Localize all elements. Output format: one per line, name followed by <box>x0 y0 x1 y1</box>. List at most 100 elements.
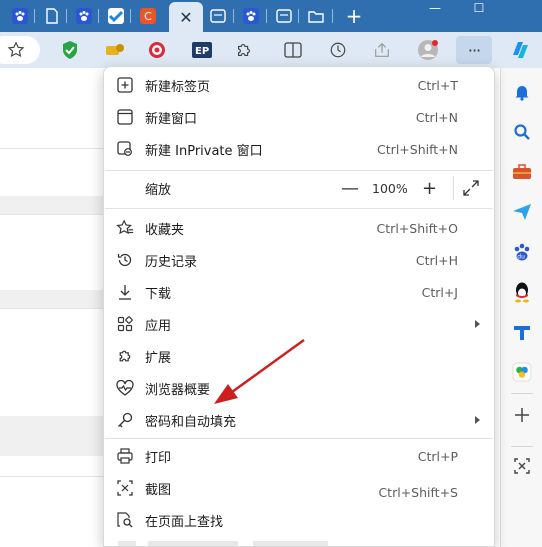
menu-label: 浏览器概要 <box>145 382 211 398</box>
menu-item-find-on-page[interactable]: 在页面上查找 <box>104 504 494 536</box>
menu-item-browser-essentials[interactable]: 浏览器概要 <box>104 372 494 404</box>
key-extension-icon[interactable] <box>103 38 127 62</box>
menu-item-extensions[interactable]: 扩展 <box>104 340 494 372</box>
find-page-icon <box>116 511 134 529</box>
qq-penguin-icon[interactable] <box>510 280 534 304</box>
menu-item-downloads[interactable]: 下载 Ctrl+J <box>104 276 494 308</box>
zoom-out-button[interactable]: — <box>341 178 359 199</box>
tab-check-app[interactable] <box>104 3 128 29</box>
tab-folder[interactable] <box>304 3 328 29</box>
apps-grid-icon <box>116 315 134 333</box>
screenshot-icon <box>116 479 134 497</box>
menu-shortcut: Ctrl+P <box>417 448 458 464</box>
menu-label: 密码和自动填充 <box>145 414 237 430</box>
heart-pulse-icon <box>116 379 134 397</box>
menu-shortcut: Ctrl+N <box>415 109 458 125</box>
settings-menu: 新建标签页 Ctrl+T 新建窗口 Ctrl+N 新建 InPrivate 窗口… <box>103 66 495 547</box>
history-clock-icon <box>116 251 134 269</box>
favorite-star-icon[interactable] <box>4 38 28 62</box>
menu-item-favorites[interactable]: 收藏夹 Ctrl+Shift+O <box>104 212 494 244</box>
zoom-level: 100% <box>372 180 408 196</box>
check-app-icon <box>108 8 124 24</box>
new-tab-icon <box>116 76 134 94</box>
menu-shortcut: Ctrl+J <box>421 284 458 300</box>
menu-label: 打印 <box>145 450 172 466</box>
menu-item-new-tab[interactable]: 新建标签页 Ctrl+T <box>104 69 494 101</box>
menu-shortcut: Ctrl+Shift+S <box>378 485 458 500</box>
add-icon[interactable] <box>510 403 534 427</box>
menu-item-zoom: 缩放 — 100% + <box>104 172 494 204</box>
tab-active[interactable]: ✕ <box>169 2 203 32</box>
menu-label: 历史记录 <box>145 254 198 270</box>
tab-orange-c[interactable]: C <box>136 3 160 29</box>
baidu-paw-icon <box>76 8 92 24</box>
menu-shortcut: Ctrl+Shift+N <box>377 141 458 157</box>
baidu-paw-icon <box>243 8 259 24</box>
send-icon[interactable] <box>510 200 534 224</box>
menu-label: 新建 InPrivate 窗口 <box>145 143 263 159</box>
menu-label: 应用 <box>145 318 172 334</box>
menu-label: 扩展 <box>145 350 172 366</box>
baidu-paw-icon[interactable]: du <box>510 240 534 264</box>
bell-icon[interactable] <box>510 80 534 104</box>
submenu-arrow-icon <box>475 320 480 328</box>
target-extension-icon[interactable] <box>145 38 169 62</box>
svg-text:EP: EP <box>195 46 209 57</box>
menu-item-apps[interactable]: 应用 <box>104 308 494 340</box>
menu-label: 截图 <box>145 482 172 498</box>
menu-label: 下载 <box>145 286 172 302</box>
tab-blank[interactable] <box>40 3 64 29</box>
menu-item-screenshot[interactable]: 截图 Ctrl+Shift+S <box>104 472 494 504</box>
menu-label: 在页面上查找 <box>145 514 224 530</box>
history-clock-icon[interactable] <box>326 38 350 62</box>
inprivate-icon <box>116 140 134 158</box>
folder-icon <box>308 8 324 24</box>
tab-baidu-2[interactable] <box>72 3 96 29</box>
baidu-paw-icon <box>12 8 28 24</box>
menu-item-passwords-autofill[interactable]: 密码和自动填充 <box>104 404 494 436</box>
menu-shortcut: Ctrl+H <box>415 252 458 268</box>
document-icon <box>44 8 60 24</box>
menu-item-new-inprivate[interactable]: 新建 InPrivate 窗口 Ctrl+Shift+N <box>104 133 494 165</box>
next-item-partial <box>118 541 418 546</box>
menu-label: 新建窗口 <box>145 111 198 127</box>
cloud-app-icon[interactable] <box>510 360 534 384</box>
menu-item-history[interactable]: 历史记录 Ctrl+H <box>104 244 494 276</box>
window-icon <box>116 108 134 126</box>
extensions-puzzle-icon <box>116 347 134 365</box>
menu-item-print[interactable]: 打印 Ctrl+P <box>104 440 494 472</box>
split-screen-icon[interactable] <box>281 38 305 62</box>
menu-label: 缩放 <box>145 182 172 198</box>
toolbox-icon[interactable] <box>510 160 534 184</box>
maximize-button[interactable]: ☐ <box>464 0 494 16</box>
new-tab-button[interactable]: + <box>342 4 366 28</box>
tab-overview-2[interactable] <box>272 3 296 29</box>
profile-avatar-icon[interactable] <box>416 38 440 62</box>
edge-sidebar: du <box>500 68 542 547</box>
minimize-button[interactable]: — <box>420 0 450 16</box>
key-icon <box>116 411 134 429</box>
settings-more-button[interactable]: ··· <box>456 36 492 64</box>
menu-label: 新建标签页 <box>145 79 211 95</box>
tab-baidu-1[interactable] <box>8 3 32 29</box>
printer-icon <box>116 447 134 465</box>
extensions-puzzle-icon[interactable] <box>232 38 256 62</box>
submenu-arrow-icon <box>475 416 480 424</box>
tab-overview-1[interactable] <box>206 3 230 29</box>
ep-extension-icon[interactable]: EP <box>190 38 214 62</box>
window-icon <box>276 8 292 24</box>
tencent-docs-icon[interactable] <box>510 320 534 344</box>
close-icon[interactable]: ✕ <box>179 8 192 27</box>
menu-item-new-window[interactable]: 新建窗口 Ctrl+N <box>104 101 494 133</box>
capture-icon[interactable] <box>510 454 534 478</box>
c-app-icon: C <box>140 8 156 24</box>
tab-baidu-3[interactable] <box>239 3 263 29</box>
copilot-icon[interactable] <box>508 38 532 62</box>
zoom-in-button[interactable]: + <box>422 178 437 199</box>
fullscreen-icon[interactable] <box>462 179 480 197</box>
share-icon[interactable] <box>370 38 394 62</box>
window-icon <box>210 8 226 24</box>
shield-extension-icon[interactable] <box>58 38 82 62</box>
search-icon[interactable] <box>510 120 534 144</box>
tab-strip: C ✕ + — ☐ <box>0 0 542 32</box>
